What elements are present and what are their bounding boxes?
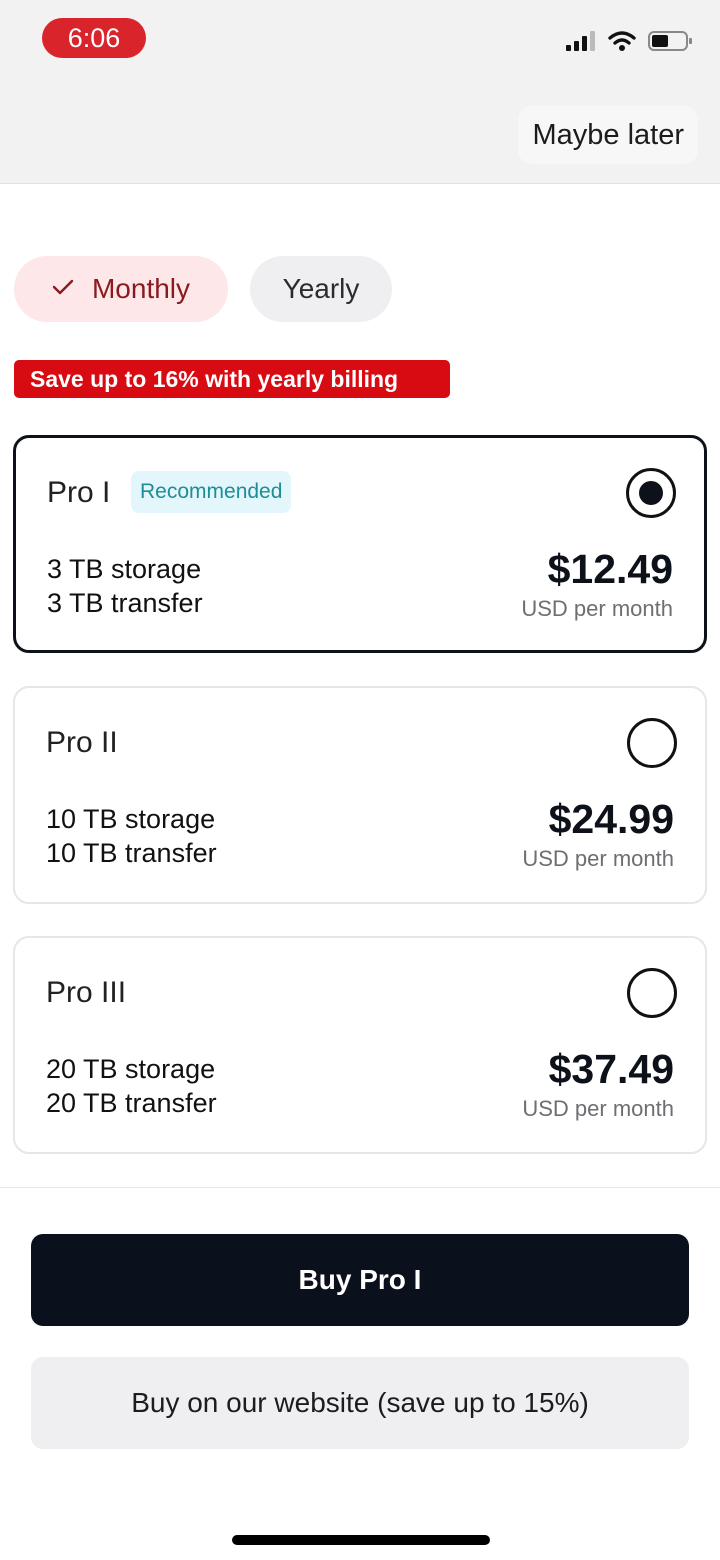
buy-plan-button[interactable]: Buy Pro I — [31, 1234, 689, 1326]
plan-transfer: 20 TB transfer — [46, 1088, 217, 1118]
yearly-label: Yearly — [282, 273, 360, 304]
plan-price: $37.49 — [548, 1046, 674, 1092]
top-bar: 6:06 Maybe later — [0, 0, 720, 184]
plan-card-pro-2[interactable]: Pro II 10 TB storage 10 TB transfer $24.… — [13, 686, 707, 904]
cellular-signal-icon — [566, 30, 596, 56]
home-indicator[interactable] — [232, 1535, 490, 1545]
plan-name: Pro II — [46, 726, 118, 759]
plan-name: Pro I — [47, 476, 111, 509]
plan-storage: 20 TB storage — [46, 1054, 216, 1084]
plan-card-pro-3[interactable]: Pro III 20 TB storage 20 TB transfer $37… — [13, 936, 707, 1154]
plan-price-sub: USD per month — [522, 1096, 674, 1121]
recommended-badge: Recommended — [131, 471, 292, 513]
plan-name: Pro III — [46, 976, 127, 1009]
plan-radio[interactable] — [627, 718, 677, 768]
status-time: 6:06 — [42, 18, 146, 58]
plan-radio[interactable] — [627, 968, 677, 1018]
plan-transfer: 3 TB transfer — [47, 588, 203, 618]
plan-storage: 3 TB storage — [47, 554, 202, 584]
wifi-icon — [608, 30, 636, 57]
radio-dot — [639, 481, 663, 505]
plan-price-sub: USD per month — [521, 596, 673, 621]
plan-radio-selected[interactable] — [626, 468, 676, 518]
yearly-toggle[interactable]: Yearly — [250, 256, 392, 322]
save-banner: Save up to 16% with yearly billing — [14, 360, 450, 398]
plan-price: $24.99 — [548, 796, 674, 842]
plan-transfer: 10 TB transfer — [46, 838, 217, 868]
plan-storage: 10 TB storage — [46, 804, 216, 834]
maybe-later-button[interactable]: Maybe later — [518, 106, 698, 164]
battery-icon — [648, 30, 694, 57]
buy-on-website-button[interactable]: Buy on our website (save up to 15%) — [31, 1357, 689, 1449]
plan-price-sub: USD per month — [522, 846, 674, 871]
plan-price: $12.49 — [547, 546, 673, 592]
status-icons — [566, 26, 694, 60]
monthly-label: Monthly — [91, 273, 191, 304]
plan-card-pro-1[interactable]: Pro I Recommended 3 TB storage 3 TB tran… — [13, 435, 707, 653]
checkmark-icon — [52, 275, 74, 303]
divider — [0, 1187, 720, 1188]
monthly-toggle[interactable]: Monthly — [14, 256, 228, 322]
